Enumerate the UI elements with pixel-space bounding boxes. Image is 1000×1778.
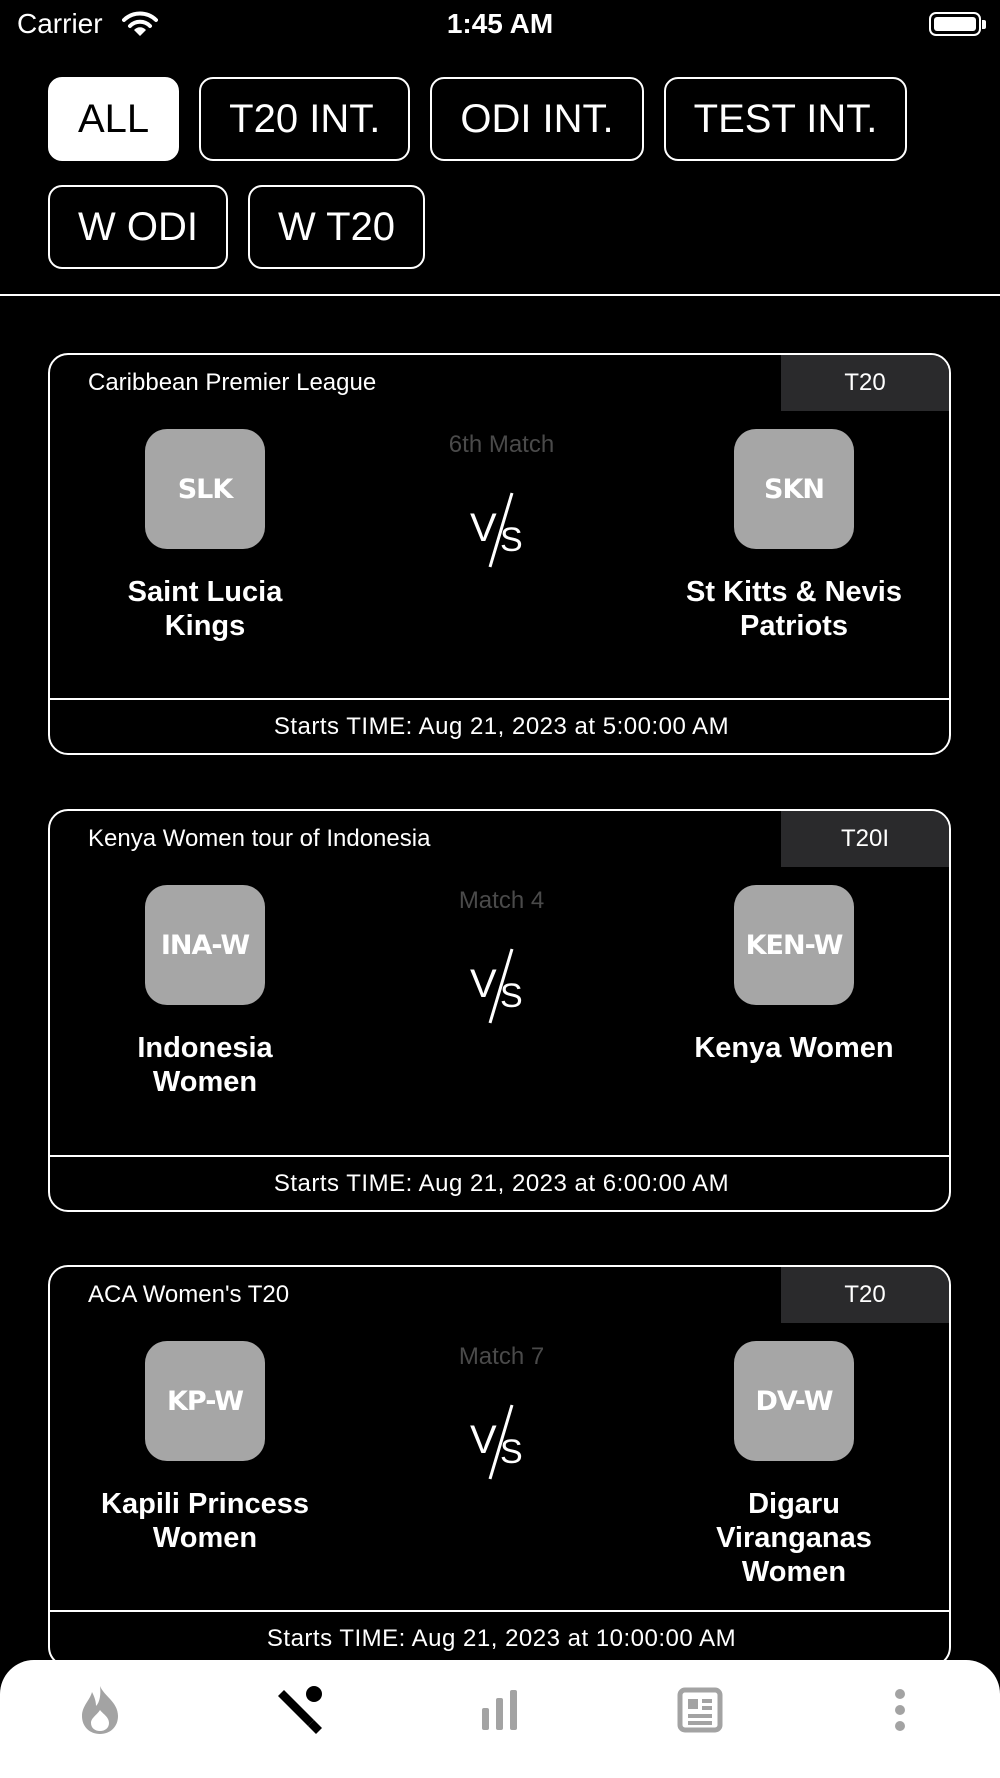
filter-t20-int[interactable]: T20 INT. bbox=[199, 77, 411, 161]
tab-matches[interactable] bbox=[200, 1660, 400, 1760]
bottom-tab-bar bbox=[0, 1660, 1000, 1778]
battery-icon bbox=[929, 12, 986, 36]
team-name: St Kitts & Nevis Patriots bbox=[686, 576, 902, 642]
filter-odi-int[interactable]: ODI INT. bbox=[430, 77, 644, 161]
versus-icon: V S bbox=[470, 948, 523, 1024]
tab-more[interactable] bbox=[800, 1660, 1000, 1760]
versus-icon: V S bbox=[470, 492, 523, 568]
filter-w-t20[interactable]: W T20 bbox=[247, 185, 426, 269]
svg-text:V: V bbox=[470, 962, 497, 1006]
team-home: KP-W Kapili Princess Women bbox=[85, 1341, 325, 1555]
team-name: Saint Lucia Kings bbox=[127, 576, 283, 642]
svg-text:V: V bbox=[470, 1418, 497, 1462]
start-time: Starts TIME: Aug 21, 2023 at 6:00:00 AM bbox=[50, 1155, 949, 1210]
team-logo: KEN-W bbox=[734, 885, 854, 1005]
team-logo: DV-W bbox=[734, 1341, 854, 1461]
filter-test-int[interactable]: TEST INT. bbox=[663, 77, 908, 161]
status-time: 1:45 AM bbox=[446, 8, 554, 39]
bar-chart-icon bbox=[482, 1690, 517, 1730]
team-away: DV-W Digaru Viranganas Women bbox=[674, 1341, 914, 1589]
match-card[interactable]: ACA Women's T20 T20 KP-W Kapili Princess… bbox=[48, 1265, 951, 1667]
match-card[interactable]: Caribbean Premier League T20 SLK Saint L… bbox=[48, 353, 951, 755]
more-vertical-icon bbox=[895, 1689, 905, 1731]
series-name: Caribbean Premier League bbox=[88, 369, 377, 396]
tab-live[interactable] bbox=[0, 1660, 200, 1760]
status-bar: Carrier 1:45 AM bbox=[0, 0, 1000, 50]
series-name: ACA Women's T20 bbox=[88, 1281, 290, 1308]
header-divider bbox=[0, 294, 1000, 296]
team-home: SLK Saint Lucia Kings bbox=[85, 429, 325, 643]
start-time: Starts TIME: Aug 21, 2023 at 5:00:00 AM bbox=[50, 698, 949, 753]
match-card[interactable]: Kenya Women tour of Indonesia T20I INA-W… bbox=[48, 809, 951, 1212]
news-icon bbox=[677, 1687, 723, 1733]
team-logo: SKN bbox=[734, 429, 854, 549]
svg-text:V: V bbox=[470, 506, 497, 550]
team-name: Indonesia Women bbox=[137, 1032, 273, 1098]
tab-news[interactable] bbox=[600, 1660, 800, 1760]
versus-icon: V S bbox=[470, 1404, 523, 1480]
team-away: KEN-W Kenya Women bbox=[674, 885, 914, 1065]
format-badge: T20 bbox=[781, 355, 949, 411]
format-badge: T20I bbox=[781, 811, 949, 867]
flame-icon bbox=[82, 1686, 118, 1734]
team-away: SKN St Kitts & Nevis Patriots bbox=[674, 429, 914, 643]
filter-w-odi[interactable]: W ODI bbox=[48, 185, 228, 269]
cricket-bat-icon bbox=[278, 1686, 322, 1734]
series-name: Kenya Women tour of Indonesia bbox=[88, 825, 431, 852]
format-filters: ALL T20 INT. ODI INT. TEST INT. W ODI W … bbox=[48, 77, 968, 269]
team-name: Digaru Viranganas Women bbox=[716, 1488, 872, 1588]
team-home: INA-W Indonesia Women bbox=[85, 885, 325, 1099]
team-name: Kenya Women bbox=[694, 1032, 894, 1064]
format-badge: T20 bbox=[781, 1267, 949, 1323]
filter-all[interactable]: ALL bbox=[48, 77, 180, 161]
start-time: Starts TIME: Aug 21, 2023 at 10:00:00 AM bbox=[50, 1610, 949, 1665]
team-name: Kapili Princess Women bbox=[101, 1488, 309, 1554]
tab-rankings[interactable] bbox=[400, 1660, 600, 1760]
